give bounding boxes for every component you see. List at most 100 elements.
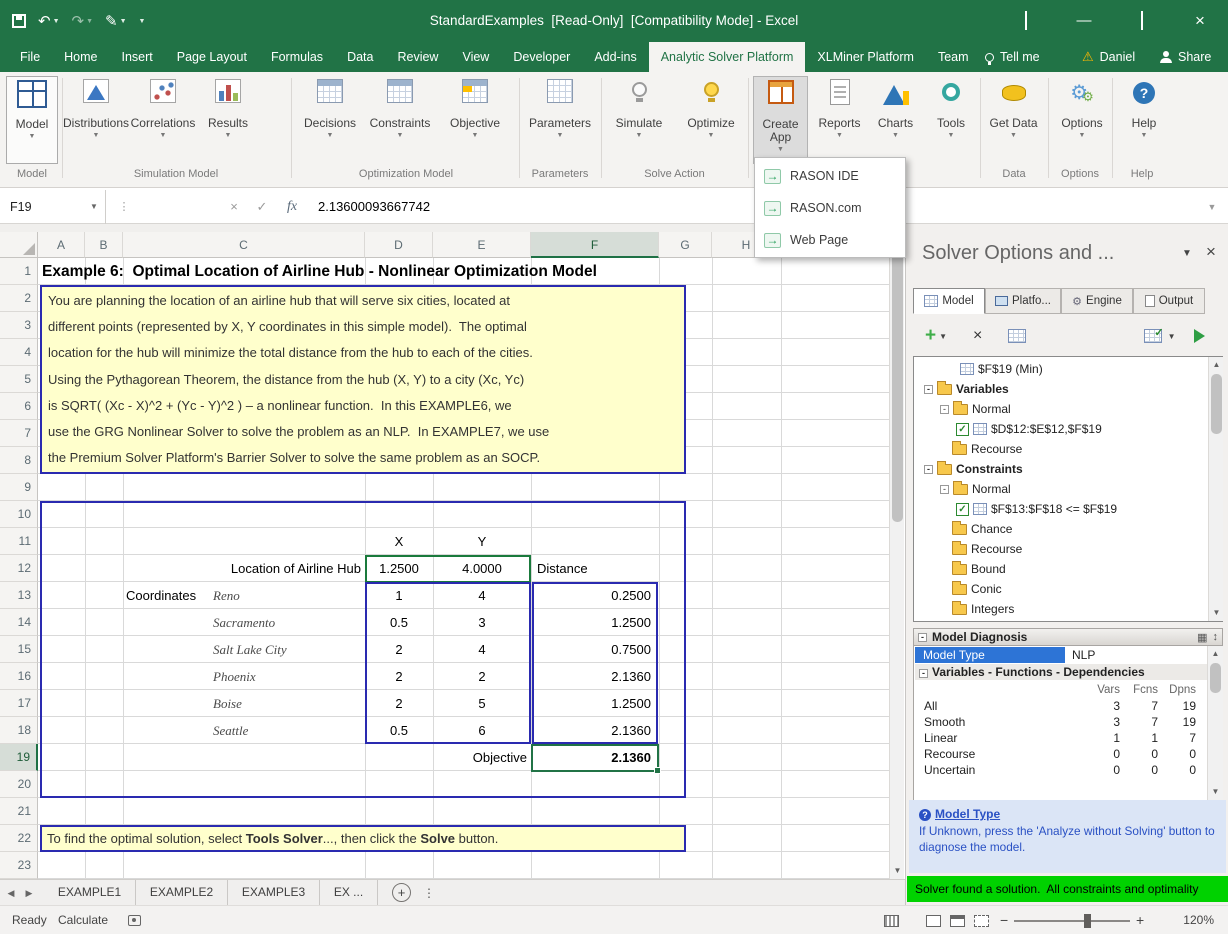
- delete-icon[interactable]: ×: [973, 327, 982, 345]
- chevron-down-icon[interactable]: ▼: [90, 190, 98, 224]
- prev-sheet-icon[interactable]: ◀: [2, 880, 20, 906]
- row-header-6[interactable]: 6: [0, 393, 38, 420]
- sort-az-icon[interactable]: ↕: [1213, 631, 1219, 643]
- cell-D11-x-header[interactable]: X: [365, 528, 433, 555]
- cell-C12-hub-label[interactable]: Location of Airline Hub: [123, 555, 361, 582]
- column-header-G[interactable]: G: [659, 232, 712, 258]
- cell-C16-city[interactable]: Phoenix: [213, 663, 256, 690]
- grid-icon[interactable]: [884, 915, 899, 927]
- scrollbar-thumb[interactable]: [1211, 374, 1222, 434]
- pane-tab-platform[interactable]: Platfo...: [985, 288, 1061, 314]
- save-button[interactable]: [12, 14, 26, 28]
- maximize-button[interactable]: [1120, 0, 1164, 42]
- row-header-4[interactable]: 4: [0, 339, 38, 366]
- next-sheet-icon[interactable]: ▶: [20, 880, 38, 906]
- collapse-icon[interactable]: -: [940, 485, 949, 494]
- tree-item-chance[interactable]: Chance: [922, 519, 1210, 539]
- select-all-corner[interactable]: [0, 232, 38, 258]
- constraints-button[interactable]: Constraints ▼: [363, 76, 437, 164]
- row-header-9[interactable]: 9: [0, 474, 38, 501]
- simulate-button[interactable]: Simulate ▼: [610, 76, 668, 164]
- tree-item-conic[interactable]: Conic: [922, 579, 1210, 599]
- redo-button[interactable]: ↷▼: [72, 12, 94, 30]
- enter-icon[interactable]: ✓: [250, 190, 274, 224]
- page-break-view-icon[interactable]: [974, 915, 989, 927]
- cancel-icon[interactable]: ×: [222, 190, 246, 224]
- diag-row-label[interactable]: Linear: [924, 730, 957, 746]
- optimize-button[interactable]: Optimize ▼: [682, 76, 740, 164]
- ribbon-tab-insert[interactable]: Insert: [110, 42, 165, 72]
- ribbon-tab-analytic-solver-platform[interactable]: Analytic Solver Platform: [649, 42, 806, 72]
- create-app-button[interactable]: Create App ▼: [753, 76, 808, 164]
- diag-row-label[interactable]: Smooth: [924, 714, 965, 730]
- diagnosis-model-type-label[interactable]: Model Type: [915, 647, 1065, 663]
- collapse-icon[interactable]: -: [919, 669, 928, 678]
- table-icon[interactable]: [1008, 329, 1026, 343]
- ribbon-tab-review[interactable]: Review: [385, 42, 450, 72]
- pane-close-icon[interactable]: ×: [1206, 242, 1216, 262]
- cell-B13-coordinates-label[interactable]: Coordinates: [126, 582, 226, 609]
- ribbon-tab-team[interactable]: Team: [926, 42, 981, 72]
- sheet-tab-example3[interactable]: EXAMPLE3: [228, 880, 320, 906]
- ribbon-tab-developer[interactable]: Developer: [501, 42, 582, 72]
- tree-item-constraints[interactable]: - Constraints: [922, 459, 1210, 479]
- column-header-A[interactable]: A: [38, 232, 85, 258]
- tree-item-variable-cells[interactable]: ✓ $D$12:$E$12,$F$19: [922, 419, 1210, 439]
- parameters-button[interactable]: Parameters ▼: [524, 76, 596, 164]
- help-button[interactable]: ? Help ▼: [1117, 76, 1171, 164]
- status-calculate[interactable]: Calculate: [58, 906, 108, 934]
- menu-item-rason-com[interactable]: → RASON.com: [755, 192, 905, 224]
- macro-record-icon[interactable]: [128, 915, 141, 926]
- user-account[interactable]: ⚠ Daniel: [1082, 42, 1135, 72]
- sheet-tab-example1[interactable]: EXAMPLE1: [44, 880, 136, 906]
- chevron-down-icon[interactable]: ▼: [939, 332, 947, 341]
- scrollbar-thumb[interactable]: [892, 252, 903, 522]
- pane-tab-output[interactable]: Output: [1133, 288, 1205, 314]
- row-header-23[interactable]: 23: [0, 852, 38, 879]
- pane-menu-icon[interactable]: ▼: [1182, 248, 1192, 259]
- row-header-16[interactable]: 16: [0, 663, 38, 690]
- row-header-19[interactable]: 19: [0, 744, 38, 771]
- sort-grid-icon[interactable]: ▦: [1197, 631, 1207, 644]
- objective-button[interactable]: Objective ▼: [440, 76, 510, 164]
- collapse-icon[interactable]: -: [924, 385, 933, 394]
- row-header-15[interactable]: 15: [0, 636, 38, 663]
- row-header-18[interactable]: 18: [0, 717, 38, 744]
- diag-row-label[interactable]: All: [924, 698, 937, 714]
- add-icon[interactable]: +: [925, 325, 936, 347]
- row-header-11[interactable]: 11: [0, 528, 38, 555]
- row-header-2[interactable]: 2: [0, 285, 38, 312]
- collapse-icon[interactable]: -: [940, 405, 949, 414]
- checkbox-checked-icon[interactable]: ✓: [956, 423, 969, 436]
- tree-item-variables-recourse[interactable]: Recourse: [922, 439, 1210, 459]
- customize-qat-button[interactable]: ▼: [139, 18, 146, 25]
- fill-handle[interactable]: [654, 767, 661, 774]
- diagnosis-scrollbar[interactable]: ▲ ▼: [1207, 646, 1223, 800]
- scroll-up-icon[interactable]: ▲: [1209, 357, 1224, 373]
- row-header-5[interactable]: 5: [0, 366, 38, 393]
- cell-E11-y-header[interactable]: Y: [433, 528, 531, 555]
- scroll-up-icon[interactable]: ▲: [1208, 646, 1223, 662]
- tree-item-constraint-cells[interactable]: ✓ $F$13:$F$18 <= $F$19: [922, 499, 1210, 519]
- row-header-12[interactable]: 12: [0, 555, 38, 582]
- scroll-down-icon[interactable]: ▼: [1209, 605, 1224, 621]
- vertical-scrollbar[interactable]: ▲ ▼: [889, 232, 904, 879]
- sheet-tab-truncated[interactable]: EX ...: [320, 880, 378, 906]
- pane-tab-engine[interactable]: ⚙ Engine: [1061, 288, 1133, 314]
- row-header-10[interactable]: 10: [0, 501, 38, 528]
- cell-C14-city[interactable]: Sacramento: [213, 609, 275, 636]
- tree-scrollbar[interactable]: ▲ ▼: [1208, 357, 1223, 621]
- tree-item-objective-cell[interactable]: $F$19 (Min): [922, 359, 1210, 379]
- zoom-level[interactable]: 120%: [1158, 906, 1214, 934]
- decisions-button[interactable]: Decisions ▼: [299, 76, 361, 164]
- tools-button[interactable]: Tools ▼: [927, 76, 975, 164]
- ribbon-tab-formulas[interactable]: Formulas: [259, 42, 335, 72]
- cell-C13-city[interactable]: Reno: [213, 582, 240, 609]
- ribbon-tab-view[interactable]: View: [450, 42, 501, 72]
- column-header-C[interactable]: C: [123, 232, 365, 258]
- ribbon-tab-page-layout[interactable]: Page Layout: [165, 42, 259, 72]
- row-header-20[interactable]: 20: [0, 771, 38, 798]
- formula-input[interactable]: 2.13600093667742: [318, 190, 430, 224]
- row-header-8[interactable]: 8: [0, 447, 38, 474]
- ribbon-tab-data[interactable]: Data: [335, 42, 385, 72]
